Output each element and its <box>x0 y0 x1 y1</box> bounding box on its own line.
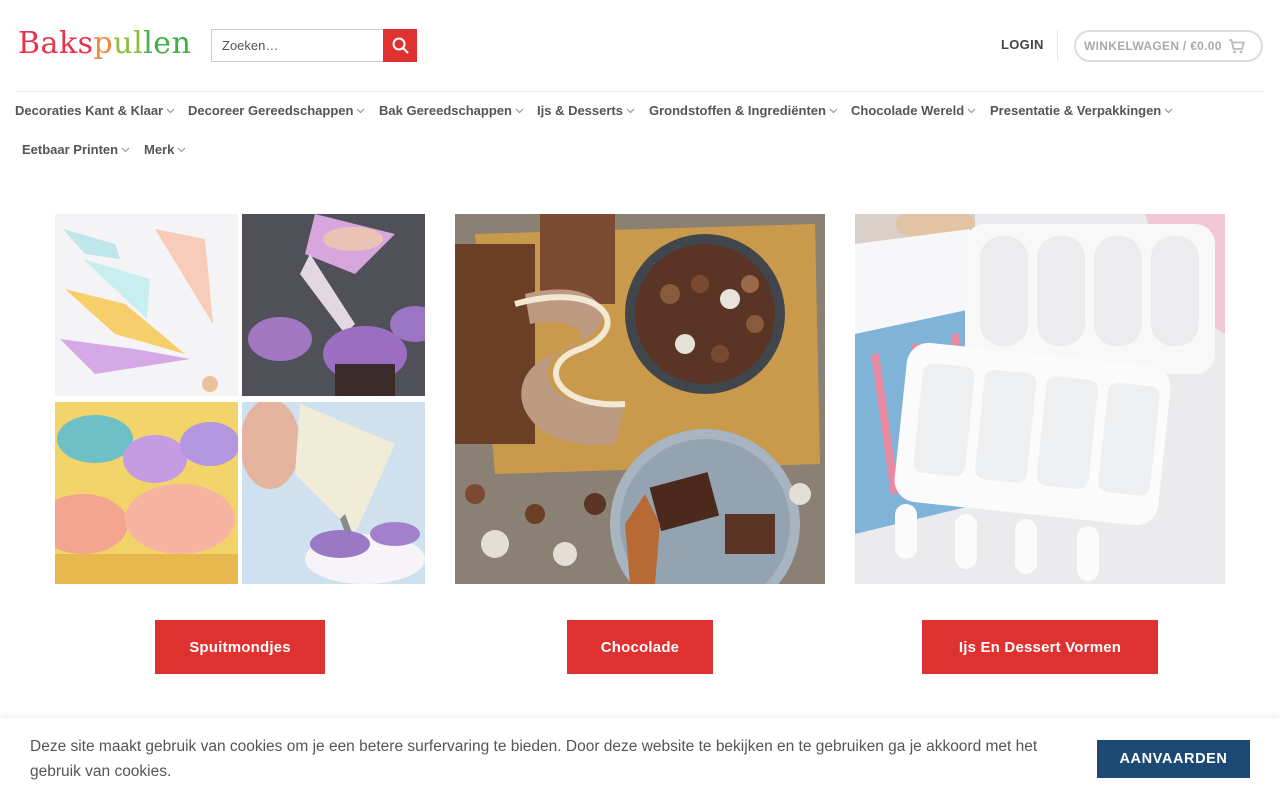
nav-item-grondstoffen[interactable]: Grondstoffen & Ingrediënten <box>649 103 838 118</box>
search-form <box>211 29 417 62</box>
accept-cookies-button[interactable]: AANVAARDEN <box>1097 740 1250 778</box>
chevron-down-icon <box>626 108 635 114</box>
main-nav: Decoraties Kant & Klaar Decoreer Gereeds… <box>0 92 1280 172</box>
chevron-down-icon <box>177 147 186 153</box>
cart-label: WINKELWAGEN / €0.00 <box>1084 39 1222 53</box>
logo-letter: a <box>40 26 59 61</box>
chevron-down-icon <box>166 108 175 114</box>
chevron-down-icon <box>967 108 976 114</box>
nav-item-label: Ijs & Desserts <box>537 103 623 118</box>
logo-letter: B <box>18 26 41 61</box>
login-link[interactable]: LOGIN <box>1001 37 1044 52</box>
nav-item-eetbaar-printen[interactable]: Eetbaar Printen <box>22 142 130 157</box>
ijs-en-dessert-vormen-button[interactable]: Ijs En Dessert Vormen <box>922 620 1158 674</box>
nav-item-ijs-desserts[interactable]: Ijs & Desserts <box>537 103 635 118</box>
site-header: Bakspullen LOGIN WINKELWAGEN / €0.00 <box>0 0 1280 92</box>
nav-item-bak-gereedschappen[interactable]: Bak Gereedschappen <box>379 103 524 118</box>
logo-letter: n <box>171 26 192 61</box>
logo-letter: u <box>113 26 134 61</box>
category-image-spuitmondjes[interactable] <box>55 214 425 584</box>
category-image-ijs-dessert-vormen[interactable] <box>855 214 1225 584</box>
chocolade-button[interactable]: Chocolade <box>567 620 713 674</box>
logo-letter: e <box>153 26 172 61</box>
nav-item-label: Chocolade Wereld <box>851 103 965 118</box>
chevron-down-icon <box>515 108 524 114</box>
nav-item-decoreer-gereedschappen[interactable]: Decoreer Gereedschappen <box>188 103 365 118</box>
search-button[interactable] <box>383 29 417 62</box>
spuitmondjes-button[interactable]: Spuitmondjes <box>155 620 325 674</box>
nav-item-label: Grondstoffen & Ingrediënten <box>649 103 826 118</box>
nav-item-chocolade-wereld[interactable]: Chocolade Wereld <box>851 103 976 118</box>
nav-item-label: Presentatie & Verpakkingen <box>990 103 1162 118</box>
cart-icon <box>1228 38 1245 54</box>
chevron-down-icon <box>829 108 838 114</box>
logo-letter: p <box>93 26 114 61</box>
logo[interactable]: Bakspullen <box>18 26 191 61</box>
nav-item-presentatie[interactable]: Presentatie & Verpakkingen <box>990 103 1173 118</box>
logo-letter: l <box>133 26 144 61</box>
header-divider <box>1057 30 1058 60</box>
nav-item-label: Merk <box>144 142 175 157</box>
search-icon <box>392 37 409 54</box>
logo-letter: s <box>77 26 94 61</box>
cookie-banner: Deze site maakt gebruik van cookies om j… <box>0 718 1280 800</box>
nav-item-merk[interactable]: Merk <box>144 142 186 157</box>
nav-item-label: Decoreer Gereedschappen <box>188 103 354 118</box>
cart-button[interactable]: WINKELWAGEN / €0.00 <box>1074 30 1263 62</box>
chevron-down-icon <box>1164 108 1173 114</box>
nav-item-label: Bak Gereedschappen <box>379 103 512 118</box>
search-input[interactable] <box>211 29 383 62</box>
logo-letter: l <box>143 26 154 61</box>
nav-item-decoraties[interactable]: Decoraties Kant & Klaar <box>15 103 175 118</box>
nav-item-label: Eetbaar Printen <box>22 142 119 157</box>
nav-item-label: Decoraties Kant & Klaar <box>15 103 164 118</box>
cookie-text: Deze site maakt gebruik van cookies om j… <box>30 738 1038 780</box>
chevron-down-icon <box>121 147 130 153</box>
category-image-chocolade[interactable] <box>455 214 825 584</box>
logo-letter: k <box>58 26 78 61</box>
chevron-down-icon <box>356 108 365 114</box>
